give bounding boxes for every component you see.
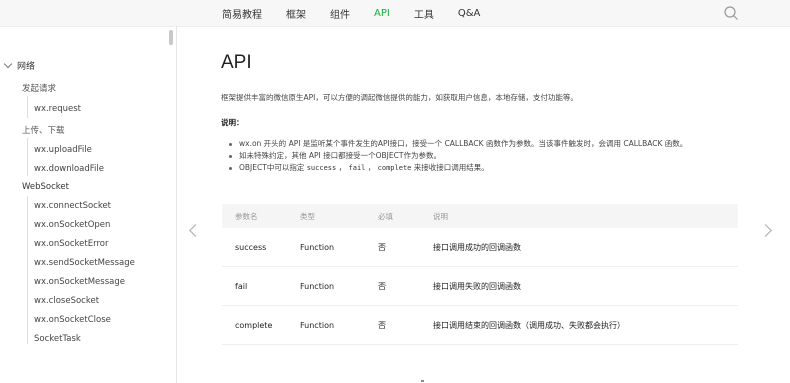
sidebar-section-request[interactable]: 发起请求: [22, 82, 56, 94]
note-list: wx.on 开头的 API 是监听某个事件发生的API接口，接受一个 CALLB…: [229, 138, 729, 174]
next-page-arrow-icon[interactable]: [759, 224, 772, 237]
sidebar: 网络 发起请求 wx.request 上传、下载 wx.uploadFile w…: [0, 26, 177, 383]
tree-line: [27, 196, 28, 344]
sidebar-item-wx-onsocketmessage[interactable]: wx.onSocketMessage: [34, 277, 125, 287]
table-row: fail Function 否 接口调用失败的回调函数: [222, 267, 738, 306]
cell-type: Function: [300, 242, 335, 252]
sidebar-item-wx-sendsocketmessage[interactable]: wx.sendSocketMessage: [34, 258, 135, 268]
tree-line: [27, 96, 28, 118]
intro-text: 框架提供丰富的微信原生API，可以方便的调起微信提供的能力，如获取用户信息，本地…: [221, 93, 578, 102]
list-item: OBJECT中可以指定 success ， fail ， complete 来接…: [229, 162, 729, 174]
cell-param-name: fail: [235, 281, 248, 291]
nav-item-qa[interactable]: Q&A: [458, 8, 481, 19]
list-item: 如未特殊约定，其他 API 接口都接受一个OBJECT作为参数。: [229, 150, 729, 162]
header-description: 说明: [433, 211, 448, 221]
sidebar-item-wx-downloadfile[interactable]: wx.downloadFile: [34, 164, 104, 174]
sidebar-item-wx-closesocket[interactable]: wx.closeSocket: [34, 296, 99, 306]
page-title: API: [221, 52, 252, 73]
sidebar-item-wx-request[interactable]: wx.request: [34, 104, 81, 114]
sidebar-item-wx-onsocketopen[interactable]: wx.onSocketOpen: [34, 220, 110, 230]
sidebar-item-wx-uploadfile[interactable]: wx.uploadFile: [34, 145, 92, 155]
code-complete: complete: [377, 164, 412, 172]
sidebar-item-wx-onsocketclose[interactable]: wx.onSocketClose: [34, 315, 111, 325]
code-success: success: [306, 164, 337, 172]
header-required: 必填: [378, 211, 393, 221]
bottom-dot-indicator: [421, 380, 424, 382]
sidebar-scrollbar[interactable]: [169, 30, 173, 45]
cell-required: 否: [378, 281, 386, 291]
prev-page-arrow-icon[interactable]: [189, 224, 202, 237]
cell-type: Function: [300, 281, 335, 291]
nav-item-components[interactable]: 组件: [330, 6, 350, 21]
cell-type: Function: [300, 320, 335, 330]
params-table: 参数名 类型 必填 说明 success Function 否 接口调用成功的回…: [222, 204, 738, 345]
sidebar-item-sockettask[interactable]: SocketTask: [34, 334, 81, 344]
table-row: complete Function 否 接口调用结束的回调函数（调用成功、失败都…: [222, 306, 738, 345]
chevron-down-icon: [3, 59, 13, 69]
nav-item-tutorial[interactable]: 简易教程: [222, 6, 262, 21]
cell-param-name: success: [235, 242, 267, 252]
cell-description: 接口调用结束的回调函数（调用成功、失败都会执行）: [433, 320, 625, 330]
list-item: wx.on 开头的 API 是监听某个事件发生的API接口，接受一个 CALLB…: [229, 138, 729, 150]
header-type: 类型: [300, 211, 315, 221]
nav-item-tools[interactable]: 工具: [414, 6, 434, 21]
nav-item-framework[interactable]: 框架: [286, 6, 306, 21]
cell-param-name: complete: [235, 320, 273, 330]
sidebar-section-websocket[interactable]: WebSocket: [22, 182, 69, 192]
table-header: 参数名 类型 必填 说明: [222, 204, 738, 228]
cell-description: 接口调用失败的回调函数: [433, 281, 521, 291]
tree-line: [27, 138, 28, 176]
cell-description: 接口调用成功的回调函数: [433, 242, 521, 252]
main-nav: 简易教程 框架 组件 API 工具 Q&A: [222, 0, 504, 26]
sidebar-item-wx-connectsocket[interactable]: wx.connectSocket: [34, 201, 111, 211]
search-icon[interactable]: [723, 5, 739, 21]
top-navbar: 简易教程 框架 组件 API 工具 Q&A: [0, 0, 790, 27]
code-fail: fail: [348, 164, 366, 172]
sidebar-section-upload-download[interactable]: 上传、下载: [22, 124, 65, 136]
table-row: success Function 否 接口调用成功的回调函数: [222, 228, 738, 267]
sidebar-group-network[interactable]: 网络: [3, 59, 36, 72]
note-heading: 说明：: [221, 118, 244, 127]
nav-item-api[interactable]: API: [374, 8, 390, 19]
sidebar-item-wx-onsocketerror[interactable]: wx.onSocketError: [34, 239, 108, 249]
header-param-name: 参数名: [235, 211, 258, 221]
cell-required: 否: [378, 242, 386, 252]
cell-required: 否: [378, 320, 386, 330]
sidebar-group-label: 网络: [17, 62, 36, 72]
